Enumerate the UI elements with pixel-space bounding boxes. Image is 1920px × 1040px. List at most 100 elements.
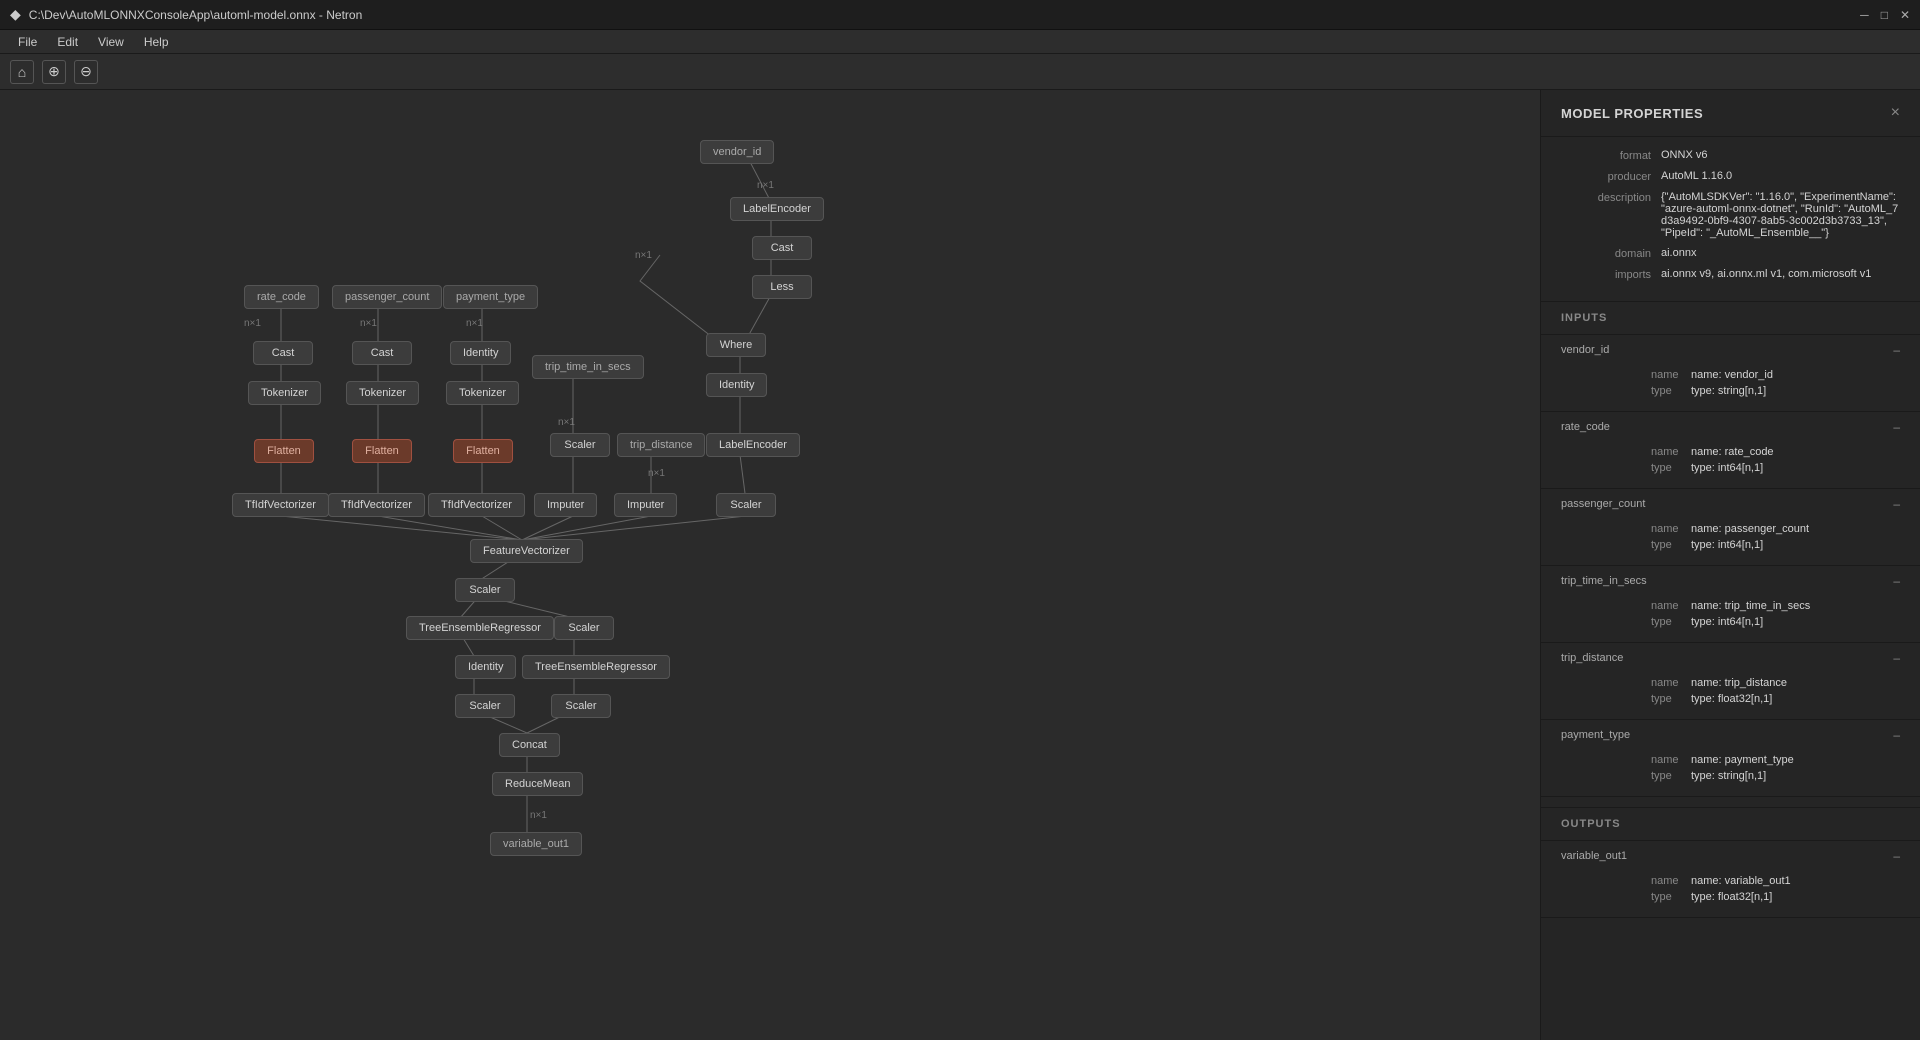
- input-toggle-rate-code[interactable]: –: [1893, 420, 1900, 434]
- node-imputer-td[interactable]: Imputer: [614, 493, 677, 517]
- main-layout: n×1 n×1 n×1 n×1 n×1 n×1 n×1 n×1 vendor_i…: [0, 90, 1920, 1040]
- prop-row-producer: producer AutoML 1.16.0: [1561, 170, 1900, 183]
- node-flatten-pt[interactable]: Flatten: [453, 439, 513, 463]
- close-button[interactable]: ✕: [1900, 8, 1910, 22]
- node-scaler-main[interactable]: Scaler: [455, 578, 515, 602]
- output-toggle-variable-out1[interactable]: –: [1893, 849, 1900, 863]
- node-flatten-rc[interactable]: Flatten: [254, 439, 314, 463]
- edge-label-nx1-7: n×1: [648, 468, 665, 479]
- input-detail-name-vendor-id: name name: vendor_id: [1651, 369, 1900, 381]
- node-tfidf-rc[interactable]: TfIdfVectorizer: [232, 493, 329, 517]
- input-item-header-trip-time[interactable]: trip_time_in_secs –: [1541, 566, 1920, 596]
- node-scaler-le[interactable]: Scaler: [716, 493, 776, 517]
- window-controls: ─ □ ✕: [1860, 8, 1910, 22]
- node-rate-code[interactable]: rate_code: [244, 285, 319, 309]
- inputs-section-header: INPUTS: [1541, 302, 1920, 335]
- input-item-trip-distance: trip_distance – name name: trip_distance…: [1541, 643, 1920, 720]
- node-label-encoder-2[interactable]: LabelEncoder: [706, 433, 800, 457]
- node-payment-type[interactable]: payment_type: [443, 285, 538, 309]
- input-detail-type-vendor-id: type type: string[n,1]: [1651, 385, 1900, 397]
- prop-value-description: {"AutoMLSDKVer": "1.16.0", "ExperimentNa…: [1661, 191, 1900, 239]
- prop-label-domain: domain: [1561, 247, 1651, 260]
- input-item-header-vendor-id[interactable]: vendor_id –: [1541, 335, 1920, 365]
- node-scaler-2[interactable]: Scaler: [554, 616, 614, 640]
- input-item-header-payment-type[interactable]: payment_type –: [1541, 720, 1920, 750]
- node-label-encoder-1[interactable]: LabelEncoder: [730, 197, 824, 221]
- input-name-rate-code: rate_code: [1561, 421, 1610, 433]
- panel-title: MODEL PROPERTIES: [1561, 106, 1703, 121]
- node-feature-vectorizer[interactable]: FeatureVectorizer: [470, 539, 583, 563]
- prop-row-description: description {"AutoMLSDKVer": "1.16.0", "…: [1561, 191, 1900, 239]
- input-details-trip-time: name name: trip_time_in_secs type type: …: [1541, 596, 1920, 642]
- node-identity-pt[interactable]: Identity: [450, 341, 511, 365]
- input-toggle-trip-time[interactable]: –: [1893, 574, 1900, 588]
- node-flatten-pc[interactable]: Flatten: [352, 439, 412, 463]
- outputs-section-header: OUTPUTS: [1541, 807, 1920, 841]
- connections-svg: [0, 90, 1540, 1040]
- menu-edit[interactable]: Edit: [47, 33, 88, 51]
- input-item-header-trip-distance[interactable]: trip_distance –: [1541, 643, 1920, 673]
- zoom-in-button[interactable]: ⊕: [42, 60, 66, 84]
- minimize-button[interactable]: ─: [1860, 8, 1869, 22]
- input-item-payment-type: payment_type – name name: payment_type t…: [1541, 720, 1920, 797]
- node-reduce-mean[interactable]: ReduceMean: [492, 772, 583, 796]
- input-details-passenger-count: name name: passenger_count type type: in…: [1541, 519, 1920, 565]
- node-scaler-i2[interactable]: Scaler: [455, 694, 515, 718]
- node-passenger-count[interactable]: passenger_count: [332, 285, 442, 309]
- prop-value-imports: ai.onnx v9, ai.onnx.ml v1, com.microsoft…: [1661, 268, 1900, 280]
- input-item-rate-code: rate_code – name name: rate_code type ty…: [1541, 412, 1920, 489]
- input-toggle-vendor-id[interactable]: –: [1893, 343, 1900, 357]
- prop-label-description: description: [1561, 191, 1651, 204]
- node-imputer-tt[interactable]: Imputer: [534, 493, 597, 517]
- node-vendor-id[interactable]: vendor_id: [700, 140, 774, 164]
- menu-file[interactable]: File: [8, 33, 47, 51]
- node-less[interactable]: Less: [752, 275, 812, 299]
- node-scaler-te2[interactable]: Scaler: [551, 694, 611, 718]
- input-name-vendor-id: vendor_id: [1561, 344, 1609, 356]
- node-where[interactable]: Where: [706, 333, 766, 357]
- node-identity-1[interactable]: Identity: [706, 373, 767, 397]
- graph-canvas[interactable]: n×1 n×1 n×1 n×1 n×1 n×1 n×1 n×1 vendor_i…: [0, 90, 1540, 1040]
- output-item-header-variable-out1[interactable]: variable_out1 –: [1541, 841, 1920, 871]
- prop-row-imports: imports ai.onnx v9, ai.onnx.ml v1, com.m…: [1561, 268, 1900, 281]
- input-toggle-trip-distance[interactable]: –: [1893, 651, 1900, 665]
- zoom-out-button[interactable]: ⊖: [74, 60, 98, 84]
- input-name-payment-type: payment_type: [1561, 729, 1630, 741]
- input-item-header-passenger-count[interactable]: passenger_count –: [1541, 489, 1920, 519]
- node-tokenizer-rc[interactable]: Tokenizer: [248, 381, 321, 405]
- input-toggle-passenger-count[interactable]: –: [1893, 497, 1900, 511]
- node-trip-distance[interactable]: trip_distance: [617, 433, 705, 457]
- edge-label-nx1-4: n×1: [360, 318, 377, 329]
- menu-view[interactable]: View: [88, 33, 134, 51]
- menu-bar: File Edit View Help: [0, 30, 1920, 54]
- node-concat[interactable]: Concat: [499, 733, 560, 757]
- input-toggle-payment-type[interactable]: –: [1893, 728, 1900, 742]
- prop-label-imports: imports: [1561, 268, 1651, 281]
- node-tokenizer-pt[interactable]: Tokenizer: [446, 381, 519, 405]
- node-tree-ensemble-1[interactable]: TreeEnsembleRegressor: [406, 616, 554, 640]
- properties-panel: MODEL PROPERTIES × format ONNX v6 produc…: [1540, 90, 1920, 1040]
- edge-label-nx1-5: n×1: [466, 318, 483, 329]
- input-item-vendor-id: vendor_id – name name: vendor_id type ty…: [1541, 335, 1920, 412]
- node-variable-out1[interactable]: variable_out1: [490, 832, 582, 856]
- home-button[interactable]: ⌂: [10, 60, 34, 84]
- node-tfidf-pc[interactable]: TfIdfVectorizer: [328, 493, 425, 517]
- node-tfidf-pt[interactable]: TfIdfVectorizer: [428, 493, 525, 517]
- node-cast-1[interactable]: Cast: [752, 236, 812, 260]
- prop-row-format: format ONNX v6: [1561, 149, 1900, 162]
- node-cast-rc[interactable]: Cast: [253, 341, 313, 365]
- input-item-header-rate-code[interactable]: rate_code –: [1541, 412, 1920, 442]
- node-identity-2[interactable]: Identity: [455, 655, 516, 679]
- menu-help[interactable]: Help: [134, 33, 179, 51]
- node-tokenizer-pc[interactable]: Tokenizer: [346, 381, 419, 405]
- maximize-button[interactable]: □: [1881, 8, 1888, 22]
- node-cast-pc[interactable]: Cast: [352, 341, 412, 365]
- node-trip-time[interactable]: trip_time_in_secs: [532, 355, 644, 379]
- panel-close-button[interactable]: ×: [1891, 104, 1900, 122]
- input-name-trip-time: trip_time_in_secs: [1561, 575, 1647, 587]
- input-item-passenger-count: passenger_count – name name: passenger_c…: [1541, 489, 1920, 566]
- edge-label-nx1-1: n×1: [757, 180, 774, 191]
- prop-value-producer: AutoML 1.16.0: [1661, 170, 1900, 182]
- node-tree-ensemble-2[interactable]: TreeEnsembleRegressor: [522, 655, 670, 679]
- node-scaler-tt[interactable]: Scaler: [550, 433, 610, 457]
